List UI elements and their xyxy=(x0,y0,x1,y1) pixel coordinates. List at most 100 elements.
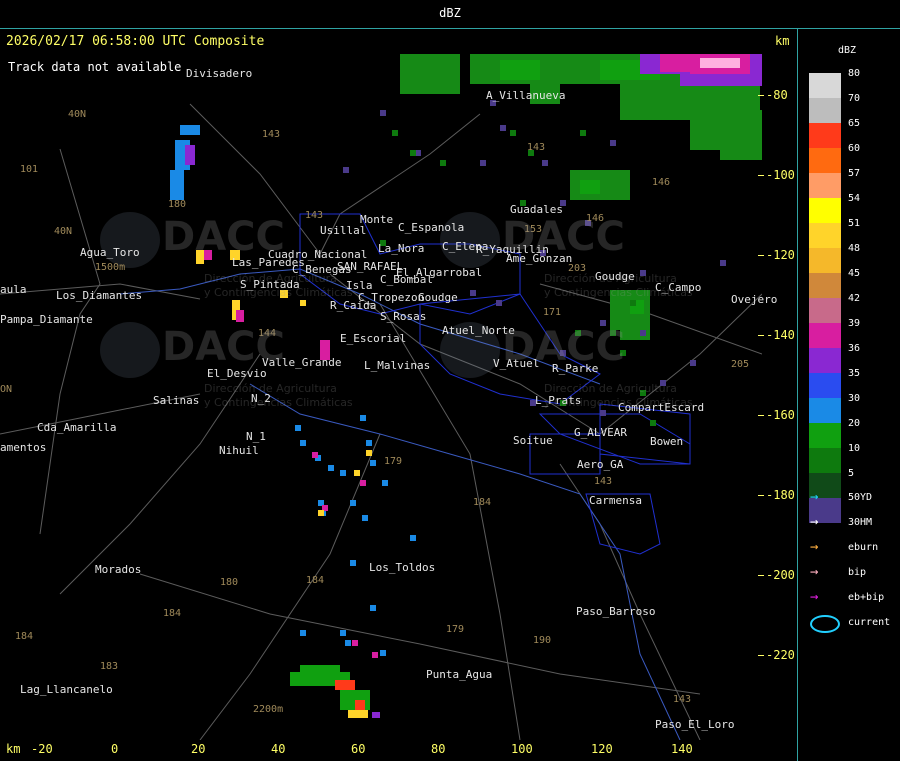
legend-label: 36 xyxy=(848,343,861,354)
echo-purple-south xyxy=(372,712,380,718)
y-tick-mark xyxy=(758,175,764,176)
legend-swatch xyxy=(809,373,841,398)
x-tick-label: 20 xyxy=(191,742,206,756)
track-legend-label: bip xyxy=(848,567,867,578)
watermark-subtitle: y Contingencias Climáticas xyxy=(204,286,353,299)
place-label: Goudge xyxy=(418,291,458,304)
echo-magenta-small xyxy=(372,652,378,658)
place-label: Morados xyxy=(95,563,142,576)
legend-label: 54 xyxy=(848,193,861,204)
place-label: Los_Toldos xyxy=(369,561,436,574)
place-label: C_Bombal xyxy=(380,273,433,286)
place-label: C_Espanola xyxy=(398,221,465,234)
echo-blue-small xyxy=(328,465,334,471)
road-number-label: 184 xyxy=(473,497,492,508)
legend-label: 48 xyxy=(848,243,861,254)
place-label: aula xyxy=(0,283,27,296)
echo-blue-small xyxy=(350,560,356,566)
road-number-label: 143 xyxy=(673,694,692,705)
place-label: S_Rosas xyxy=(380,310,427,323)
echo-blue-small xyxy=(410,535,416,541)
y-tick-mark xyxy=(758,575,764,576)
place-label: R_Caida xyxy=(330,299,377,312)
echo-magenta-small xyxy=(352,640,358,646)
road-number-label: 146 xyxy=(652,177,671,188)
place-label: Ovejero xyxy=(731,293,778,306)
legend-label: 39 xyxy=(848,318,861,329)
echo-green-south xyxy=(300,665,340,675)
legend-swatch xyxy=(809,173,841,198)
road-line xyxy=(139,573,421,645)
track-legend-label: eburn xyxy=(848,542,879,553)
echo-blue-small xyxy=(382,480,388,486)
legend-swatch xyxy=(809,73,841,98)
window-title: dBZ xyxy=(439,6,461,20)
y-tick-label: -220 xyxy=(766,648,795,662)
echo-yellow-small xyxy=(354,470,360,476)
track-message: Track data not available xyxy=(8,60,182,74)
echo-green xyxy=(720,140,762,160)
road-number-label: 171 xyxy=(543,307,562,318)
legend-label: 35 xyxy=(848,368,861,379)
legend-swatch xyxy=(809,123,841,148)
echo-weak xyxy=(690,360,696,366)
watermark-text: DACC xyxy=(162,324,285,370)
legend-label: 10 xyxy=(848,443,861,454)
echo-blue xyxy=(180,125,200,135)
legend-label: 65 xyxy=(848,118,861,129)
legend-label: 20 xyxy=(848,418,861,429)
echo-weak xyxy=(470,290,476,296)
echo-pink xyxy=(700,58,740,68)
y-axis-unit: km xyxy=(775,34,790,48)
echo-weak xyxy=(480,160,486,166)
echo-magenta-small xyxy=(312,452,318,458)
echo-yellow-south xyxy=(348,710,368,718)
echo-yellow-small xyxy=(366,450,372,456)
place-label: Carmensa xyxy=(589,494,642,507)
legend-label: 5 xyxy=(848,468,855,479)
legend-swatch xyxy=(809,398,841,423)
echo-blue-small xyxy=(300,440,306,446)
echo-green-small xyxy=(510,130,516,136)
echo-purple-small xyxy=(185,145,195,165)
y-tick-mark xyxy=(758,255,764,256)
y-tick-label: -140 xyxy=(766,328,795,342)
x-tick-label: 120 xyxy=(591,742,613,756)
track-legend-label: eb+bip xyxy=(848,592,885,603)
place-label: La_Nora xyxy=(378,242,425,255)
echo-weak xyxy=(542,160,548,166)
track-arrow-icon: → xyxy=(810,564,819,580)
watermark-logo xyxy=(100,212,160,268)
place-label: N_1 xyxy=(246,430,266,443)
x-axis-unit: km xyxy=(6,742,21,756)
echo-bright-green xyxy=(500,60,540,80)
place-label: Lag_Llancanelo xyxy=(20,683,113,696)
place-label: A_Villanueva xyxy=(486,89,566,102)
road-number-label: 184 xyxy=(15,631,34,642)
legend-label: 51 xyxy=(848,218,861,229)
place-label: Pampa_Diamante xyxy=(0,313,93,326)
x-tick-label: 140 xyxy=(671,742,693,756)
legend-swatch xyxy=(809,348,841,373)
road-number-label: 190 xyxy=(533,635,552,646)
y-tick-mark xyxy=(758,655,764,656)
echo-green-small xyxy=(392,130,398,136)
track-arrow-icon: → xyxy=(810,539,819,555)
place-label: Agua_Toro xyxy=(80,246,140,259)
echo-magenta-small xyxy=(360,480,366,486)
track-arrow-icon: → xyxy=(810,489,819,505)
x-tick-label: 0 xyxy=(111,742,119,756)
road-number-label: 183 xyxy=(100,661,119,672)
echo-red xyxy=(355,700,365,710)
road-number-label: 184 xyxy=(163,608,182,619)
x-tick-label: 40 xyxy=(271,742,286,756)
road-number-label: 180 xyxy=(220,577,239,588)
y-tick-label: -200 xyxy=(766,568,795,582)
x-tick-label: 80 xyxy=(431,742,446,756)
echo-green xyxy=(400,54,460,94)
road-line xyxy=(39,148,101,535)
place-label: Salinas xyxy=(153,394,200,407)
echo-weak xyxy=(380,110,386,116)
road-number-label: 143 xyxy=(527,142,546,153)
legend-swatch xyxy=(809,423,841,448)
